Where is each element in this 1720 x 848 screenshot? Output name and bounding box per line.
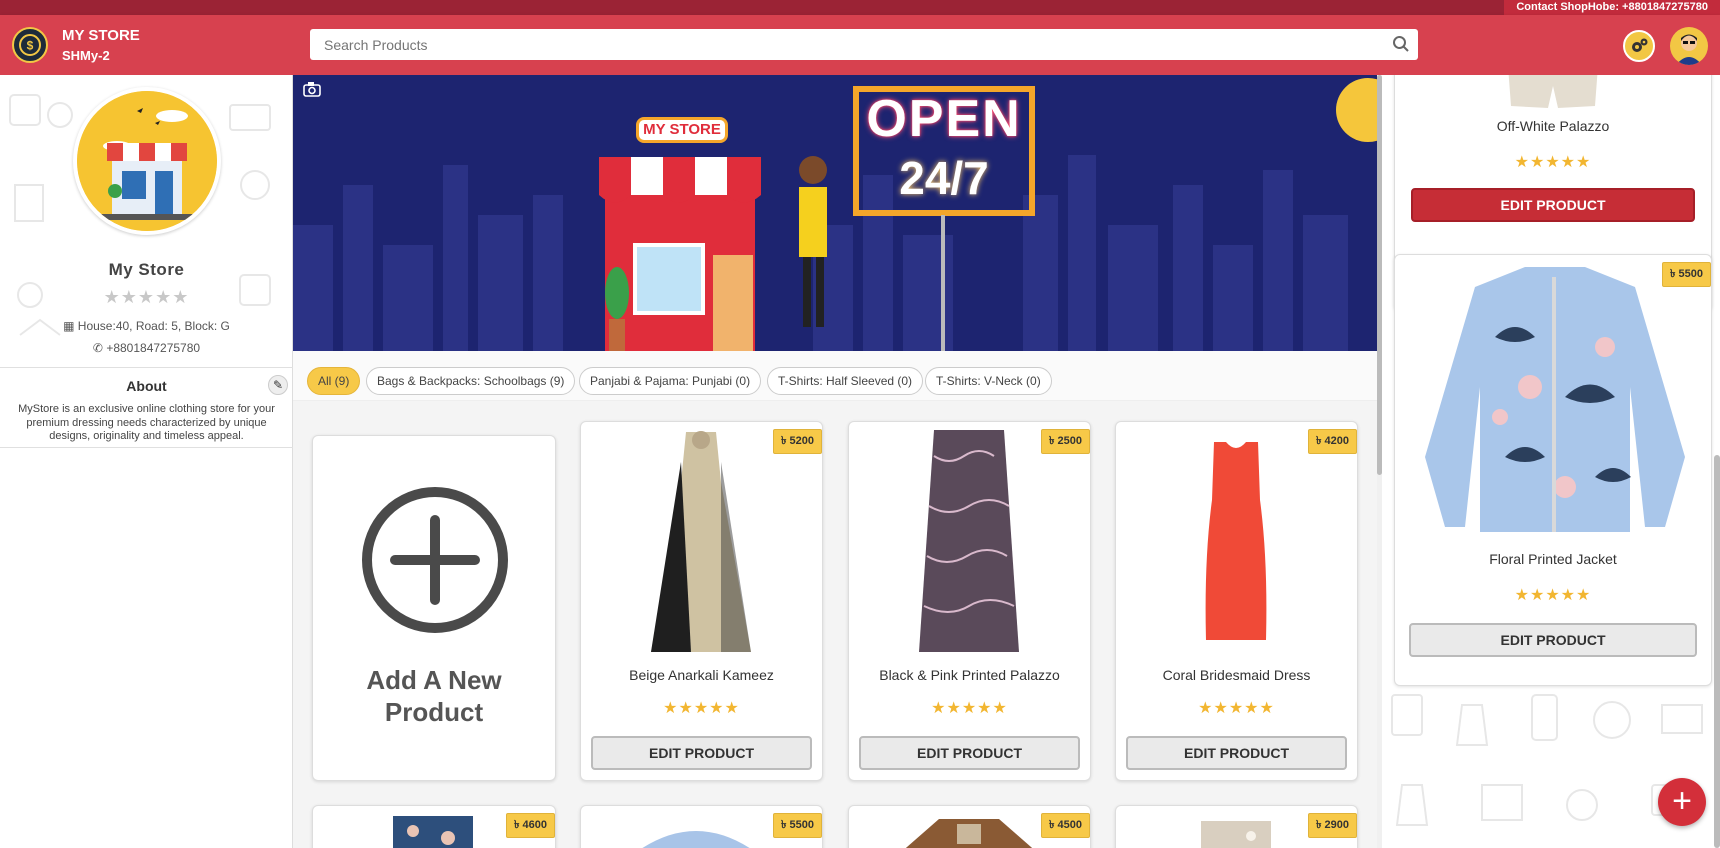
edit-product-button[interactable]: EDIT PRODUCT xyxy=(1411,188,1695,222)
product-image xyxy=(919,430,1019,652)
product-rating: ★★★★★ xyxy=(1514,154,1592,171)
contact-info: Contact ShopHobe: +8801847275780 xyxy=(1504,0,1720,15)
banner-store-sign: MY STORE xyxy=(636,117,728,143)
header: $ MY STORE SHMy-2 xyxy=(0,15,1720,75)
product-name: Floral Printed Jacket xyxy=(1489,551,1617,567)
product-name: Off-White Palazzo xyxy=(1496,118,1610,134)
search-icon[interactable] xyxy=(1392,35,1410,58)
product-name: Black & Pink Printed Palazzo xyxy=(879,667,1060,683)
price-badge: ৳ 5200 xyxy=(772,429,822,454)
store-name: MY STORE xyxy=(62,27,140,44)
add-fab-button[interactable]: + xyxy=(1658,778,1706,826)
divider xyxy=(0,447,293,448)
product-name: Coral Bridesmaid Dress xyxy=(1162,667,1311,683)
user-avatar[interactable] xyxy=(1670,27,1708,65)
divider xyxy=(0,367,293,368)
product-image xyxy=(651,431,751,652)
price-badge: ৳ 4600 xyxy=(505,813,555,838)
category-chip-all[interactable]: All (9) xyxy=(307,367,361,395)
category-chip[interactable]: T-Shirts: V-Neck (0) xyxy=(925,367,1052,395)
phone-icon: ✆ xyxy=(92,341,103,355)
plus-circle-icon xyxy=(362,487,508,633)
product-name: Beige Anarkali Kameez xyxy=(629,667,774,683)
store-code: SHMy-2 xyxy=(62,48,110,63)
add-product-label: Add A New Product xyxy=(313,664,555,728)
product-card[interactable]: ৳ 5500 Floral Printed Jacket ★★★★★ EDIT … xyxy=(1394,254,1712,686)
product-card[interactable]: ৳ 2500 Black & Pink Printed Palazzo ★★★★… xyxy=(848,421,1091,781)
search-bar xyxy=(310,29,1418,60)
price-badge: ৳ 2500 xyxy=(1040,429,1090,454)
product-image xyxy=(1508,75,1598,108)
store-title: My Store xyxy=(108,260,185,279)
category-chip[interactable]: T-Shirts: Half Sleeved (0) xyxy=(767,367,924,395)
banner-illustration xyxy=(293,75,1377,351)
product-card[interactable]: ৳ 4500 xyxy=(848,805,1091,848)
settings-gear-icon[interactable] xyxy=(1623,30,1655,62)
product-image xyxy=(905,819,1033,848)
store-sidebar: My Store ★★★★★ ▦ House:40, Road: 5, Bloc… xyxy=(0,75,293,848)
product-rating: ★★★★★ xyxy=(1198,700,1275,717)
phone-text: +8801847275780 xyxy=(106,341,201,355)
product-rating: ★★★★★ xyxy=(1514,587,1592,604)
product-card[interactable]: ৳ 5500 xyxy=(580,805,823,848)
price-badge: ৳ 4500 xyxy=(1040,813,1090,838)
main-content: MY STORE OPEN 24/7 All (9) Bags & Backpa… xyxy=(293,75,1377,848)
category-filter-bar: All (9) Bags & Backpacks: Schoolbags (9)… xyxy=(293,351,1377,401)
product-card[interactable]: ৳ 5200 Beige Anarkali Kameez ★★★★★ EDIT … xyxy=(580,421,823,781)
product-image xyxy=(393,816,473,848)
product-image xyxy=(1201,821,1271,848)
product-image xyxy=(1425,267,1685,532)
product-image xyxy=(1205,442,1267,640)
edit-about-pencil-icon[interactable]: ✎ xyxy=(268,375,288,395)
product-card[interactable]: ৳ 2900 xyxy=(1115,805,1358,848)
price-badge: ৳ 2900 xyxy=(1307,813,1357,838)
store-rating: ★★★★★ xyxy=(103,287,190,307)
product-rating: ★★★★★ xyxy=(663,700,740,717)
store-address: ▦ House:40, Road: 5, Block: G xyxy=(0,319,293,333)
address-text: House:40, Road: 5, Block: G xyxy=(77,319,230,333)
store-avatar[interactable] xyxy=(73,87,221,235)
banner-open-line1: OPEN xyxy=(866,90,1022,148)
banner-open-line2: 24/7 xyxy=(899,152,989,204)
camera-icon[interactable] xyxy=(303,81,321,102)
product-card[interactable]: ৳ 4600 xyxy=(312,805,556,848)
add-label-line2: Product xyxy=(384,697,484,727)
right-panel-scrollbar[interactable] xyxy=(1714,75,1720,848)
edit-product-button[interactable]: EDIT PRODUCT xyxy=(591,736,812,770)
store-banner: MY STORE OPEN 24/7 xyxy=(293,75,1377,351)
edit-product-button[interactable]: EDIT PRODUCT xyxy=(1409,623,1697,657)
top-strip: Contact ShopHobe: +8801847275780 xyxy=(0,0,1720,15)
add-label-line1: Add A New xyxy=(366,665,502,695)
edit-product-button[interactable]: EDIT PRODUCT xyxy=(1126,736,1347,770)
price-badge: ৳ 5500 xyxy=(772,813,822,838)
product-image xyxy=(642,831,750,848)
store-logo-icon[interactable]: $ xyxy=(12,27,48,63)
price-badge: ৳ 4200 xyxy=(1307,429,1357,454)
svg-text:$: $ xyxy=(27,39,34,53)
category-chip[interactable]: Panjabi & Pajama: Punjabi (0) xyxy=(579,367,762,395)
about-text: MyStore is an exclusive online clothing … xyxy=(18,403,275,442)
category-chip[interactable]: Bags & Backpacks: Schoolbags (9) xyxy=(366,367,576,395)
featured-products-panel: Off-White Palazzo ★★★★★ EDIT PRODUCT ৳ 5… xyxy=(1382,75,1720,848)
product-rating: ★★★★★ xyxy=(931,700,1008,717)
price-badge: ৳ 5500 xyxy=(1661,262,1711,287)
edit-product-button[interactable]: EDIT PRODUCT xyxy=(859,736,1080,770)
product-card[interactable]: ৳ 4200 Coral Bridesmaid Dress ★★★★★ EDIT… xyxy=(1115,421,1358,781)
building-icon: ▦ xyxy=(63,319,75,333)
search-input[interactable] xyxy=(310,29,1370,60)
add-product-card[interactable]: Add A New Product xyxy=(312,435,556,781)
store-phone: ✆ +8801847275780 xyxy=(0,341,293,355)
about-title: About xyxy=(126,378,167,394)
